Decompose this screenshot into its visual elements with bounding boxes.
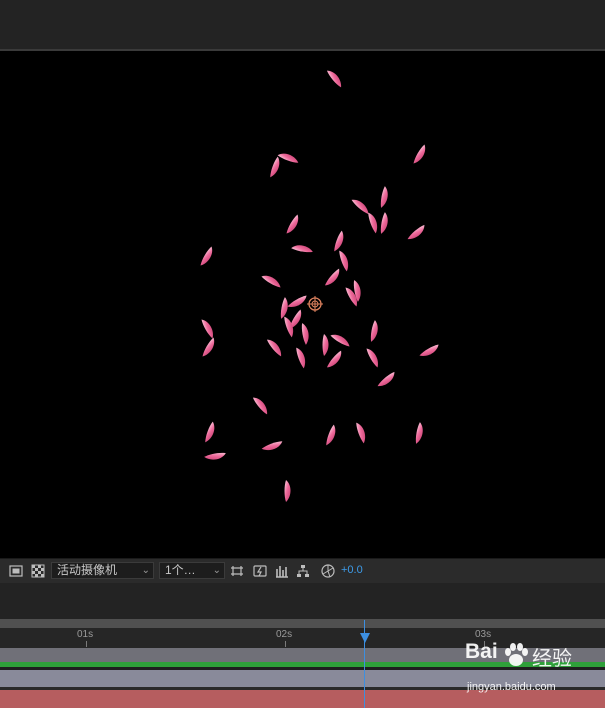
petal-particle: [377, 371, 395, 387]
petal-particle: [368, 212, 378, 234]
petal-particle: [204, 452, 226, 460]
petal-particle: [326, 70, 342, 88]
petal-particle: [326, 350, 342, 368]
chevron-down-icon: ⌄: [212, 565, 221, 576]
petal-particle: [326, 424, 336, 446]
camera-select-label: 活动摄像机: [57, 563, 118, 577]
petal-particle: [380, 212, 388, 234]
petal-particle: [261, 441, 283, 451]
transparency-grid-icon[interactable]: [31, 564, 45, 578]
views-select-label: 1个…: [165, 563, 196, 577]
petal-particle: [280, 297, 288, 319]
petal-particle: [284, 480, 291, 502]
petal-particle: [380, 186, 388, 208]
particle-preview: [200, 70, 439, 502]
petal-particle: [286, 214, 299, 234]
petal-particle: [413, 144, 426, 164]
petal-particle: [322, 334, 329, 356]
petal-particle: [339, 250, 349, 272]
petal-particle: [287, 295, 307, 307]
ruler-tick: [285, 641, 286, 647]
petal-particle: [370, 320, 378, 342]
petal-particle: [266, 339, 282, 357]
petal-particle: [205, 421, 215, 443]
petal-particle: [277, 153, 299, 163]
petal-particle: [202, 337, 215, 357]
snapshot-icon[interactable]: [253, 564, 267, 578]
ruler-tick: [86, 641, 87, 647]
region-icon[interactable]: [9, 564, 23, 578]
petal-particle: [200, 246, 213, 266]
playhead-handle[interactable]: [360, 633, 370, 643]
watermark-brand: Bai: [465, 640, 498, 663]
petal-particle: [407, 224, 425, 240]
petal-particle: [291, 245, 313, 253]
paw-icon: [505, 643, 528, 666]
petal-particle: [324, 268, 340, 286]
petal-particle: [366, 348, 378, 368]
petal-particle: [330, 334, 350, 347]
exposure-reset-icon[interactable]: [321, 564, 335, 578]
petal-particle: [419, 344, 439, 356]
petal-particle: [334, 230, 344, 252]
viewer-toolbar: 活动摄像机 ⌄ 1个… ⌄ +0.0: [0, 558, 605, 583]
camera-select[interactable]: 活动摄像机 ⌄: [51, 562, 154, 579]
watermark-text: 经验: [532, 648, 572, 670]
petal-particle: [415, 422, 423, 444]
flowchart-icon[interactable]: [296, 564, 310, 578]
fit-toggle-icon[interactable]: [230, 564, 244, 578]
petal-particle: [296, 347, 306, 369]
layout-icon[interactable]: [275, 564, 289, 578]
composition-viewer[interactable]: [0, 51, 605, 558]
petal-particle: [252, 397, 268, 415]
panel-header: [0, 0, 605, 49]
timeline-header: [0, 583, 605, 619]
petal-particle: [261, 275, 281, 288]
ruler-label: 02s: [276, 629, 293, 640]
petal-particle: [351, 199, 369, 215]
views-select[interactable]: 1个… ⌄: [159, 562, 225, 579]
petal-particle: [201, 319, 213, 339]
camera-target-icon[interactable]: [307, 296, 323, 312]
petal-particle: [270, 156, 280, 178]
petal-particle: [301, 323, 309, 345]
work-area-bar[interactable]: [0, 619, 605, 628]
exposure-value[interactable]: +0.0: [341, 564, 363, 576]
watermark-url: jingyan.baidu.com: [467, 681, 556, 693]
ruler-label: 01s: [77, 629, 94, 640]
petal-particle: [356, 422, 366, 444]
chevron-down-icon: ⌄: [141, 565, 150, 576]
ruler-label: 03s: [475, 629, 492, 640]
